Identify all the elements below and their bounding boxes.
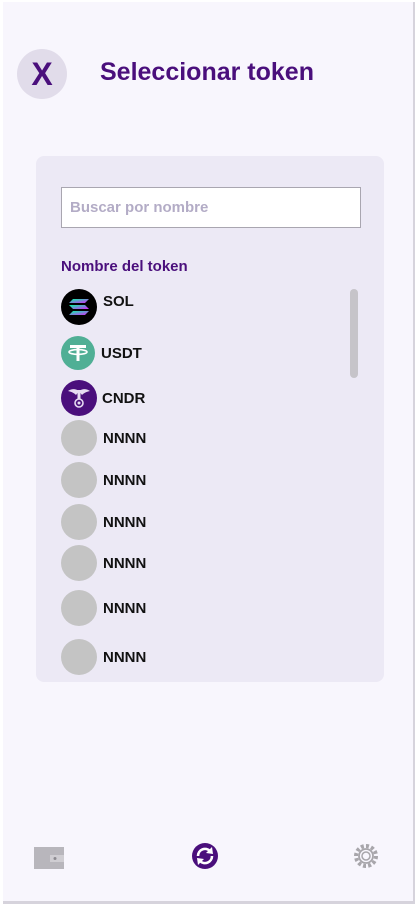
placeholder-token-icon bbox=[61, 545, 97, 581]
token-name: SOL bbox=[103, 292, 134, 310]
placeholder-token-icon bbox=[61, 639, 97, 675]
token-row[interactable]: NNNN bbox=[61, 462, 146, 498]
token-name: USDT bbox=[101, 344, 142, 362]
close-icon: X bbox=[31, 55, 53, 92]
swap-icon bbox=[192, 843, 218, 869]
placeholder-token-icon bbox=[61, 462, 97, 498]
token-row[interactable]: NNNN bbox=[61, 545, 146, 581]
token-row[interactable]: NNNN bbox=[61, 639, 146, 675]
app-screen: X Seleccionar token Nombre del token bbox=[3, 2, 415, 904]
page-title: Seleccionar token bbox=[100, 58, 314, 86]
token-name: CNDR bbox=[102, 389, 146, 407]
token-row[interactable]: NNNN bbox=[61, 504, 146, 540]
token-list-scrollbar[interactable] bbox=[350, 289, 358, 378]
placeholder-token-icon bbox=[61, 590, 97, 626]
solana-logo-icon bbox=[61, 289, 97, 325]
tether-logo-icon bbox=[61, 336, 95, 370]
nav-swap[interactable] bbox=[191, 842, 219, 875]
token-row-cndr[interactable]: CNDR bbox=[61, 380, 145, 416]
settings-gear-icon bbox=[354, 844, 378, 868]
placeholder-token-icon bbox=[61, 420, 97, 456]
token-name: NNNN bbox=[103, 599, 147, 617]
token-name: NNNN bbox=[103, 648, 147, 666]
token-name: NNNN bbox=[103, 554, 147, 572]
token-row[interactable]: NNNN bbox=[61, 420, 146, 456]
token-name: NNNN bbox=[103, 513, 147, 531]
nav-wallet[interactable] bbox=[34, 846, 64, 875]
cndr-logo-icon bbox=[61, 380, 97, 416]
token-list: SOL USDT CNDR NNNN NNNN NNNN NNNN NNNN N… bbox=[36, 156, 384, 682]
token-row-sol[interactable]: SOL bbox=[61, 289, 134, 325]
token-name: NNNN bbox=[103, 471, 147, 489]
wallet-icon bbox=[34, 847, 64, 869]
token-name: NNNN bbox=[103, 429, 147, 447]
placeholder-token-icon bbox=[61, 504, 97, 540]
nav-settings[interactable] bbox=[352, 842, 380, 875]
token-selector-card: Nombre del token bbox=[36, 156, 384, 682]
close-button[interactable]: X bbox=[17, 49, 67, 99]
token-row-usdt[interactable]: USDT bbox=[61, 336, 142, 370]
token-row[interactable]: NNNN bbox=[61, 590, 146, 626]
